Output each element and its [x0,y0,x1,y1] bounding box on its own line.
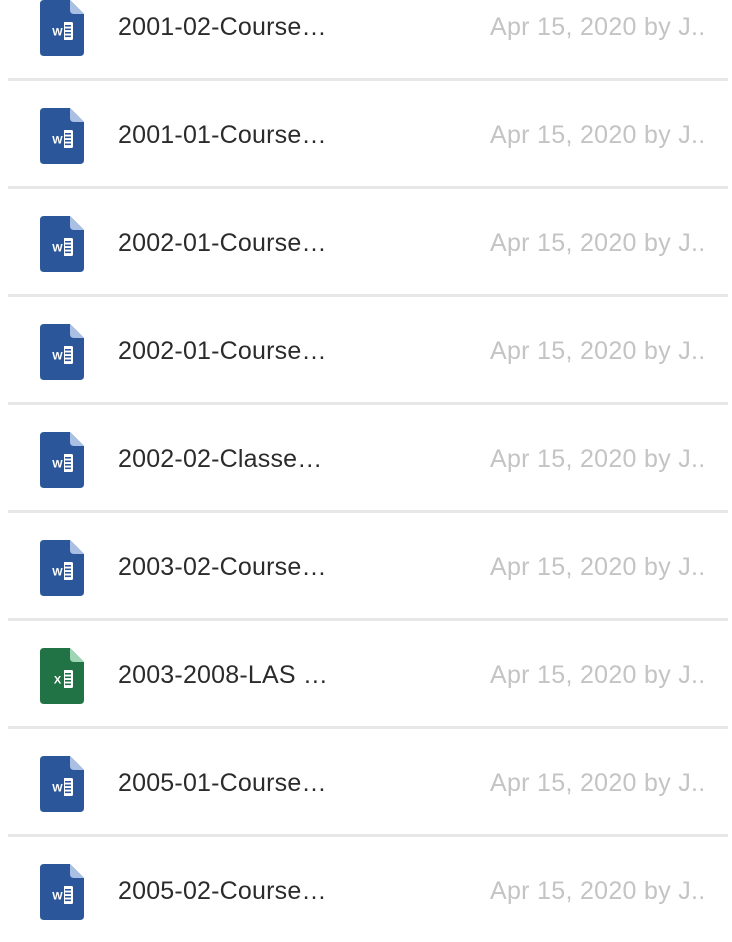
word-doc-icon: W [40,540,84,596]
file-row[interactable]: W 2001-01-Course… Apr 15, 2020 by J.. [8,81,728,189]
word-doc-icon: W [40,864,84,920]
word-doc-icon: W [40,108,84,164]
file-meta: Apr 15, 2020 by J.. [490,553,706,581]
word-doc-icon: W [40,216,84,272]
file-meta: Apr 15, 2020 by J.. [490,769,706,797]
file-name[interactable]: 2003-02-Course… [118,551,418,583]
word-doc-icon: W [40,324,84,380]
file-name[interactable]: 2002-02-Classe… [118,443,418,475]
svg-text:W: W [52,27,63,39]
file-row[interactable]: W 2002-01-Course… Apr 15, 2020 by J.. [8,189,728,297]
file-meta: Apr 15, 2020 by J.. [490,337,706,365]
file-meta: Apr 15, 2020 by J.. [490,445,706,473]
svg-text:W: W [52,783,63,795]
file-row[interactable]: W 2002-01-Course… Apr 15, 2020 by J.. [8,297,728,405]
file-row[interactable]: W 2005-01-Course… Apr 15, 2020 by J.. [8,729,728,837]
file-name[interactable]: 2002-01-Course… [118,335,418,367]
word-doc-icon: W [40,756,84,812]
svg-text:W: W [52,351,63,363]
file-row[interactable]: X 2003-2008-LAS … Apr 15, 2020 by J.. [8,621,728,729]
word-doc-icon: W [40,0,84,56]
word-doc-icon: W [40,432,84,488]
file-row[interactable]: W 2002-02-Classe… Apr 15, 2020 by J.. [8,405,728,513]
file-list: W 2001-02-Course… Apr 15, 2020 by J.. W 2001… [0,0,732,942]
file-name[interactable]: 2001-01-Course… [118,119,418,151]
file-meta: Apr 15, 2020 by J.. [490,13,706,41]
svg-text:W: W [52,459,63,471]
file-meta: Apr 15, 2020 by J.. [490,121,706,149]
svg-text:X: X [54,675,62,687]
svg-text:W: W [52,567,63,579]
file-name[interactable]: 2003-2008-LAS … [118,659,418,691]
file-row[interactable]: W 2003-02-Course… Apr 15, 2020 by J.. [8,513,728,621]
file-name[interactable]: 2001-02-Course… [118,11,418,43]
file-meta: Apr 15, 2020 by J.. [490,661,706,689]
svg-text:W: W [52,243,63,255]
file-name[interactable]: 2002-01-Course… [118,227,418,259]
svg-text:W: W [52,135,63,147]
file-meta: Apr 15, 2020 by J.. [490,229,706,257]
file-name[interactable]: 2005-02-Course… [118,875,418,907]
svg-text:W: W [52,891,63,903]
file-name[interactable]: 2005-01-Course… [118,767,418,799]
file-row[interactable]: W 2001-02-Course… Apr 15, 2020 by J.. [8,0,728,81]
file-row[interactable]: W 2005-02-Course… Apr 15, 2020 by J.. [8,837,728,942]
file-meta: Apr 15, 2020 by J.. [490,877,706,905]
excel-sheet-icon: X [40,648,84,704]
